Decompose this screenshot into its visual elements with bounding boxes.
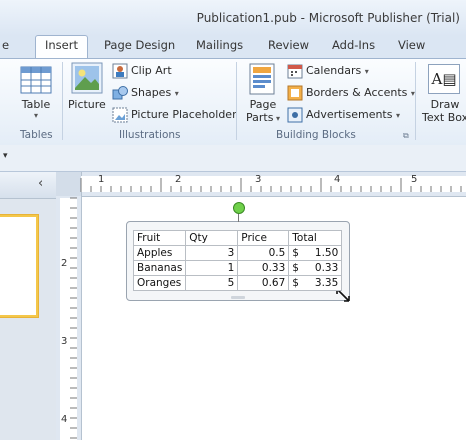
tables-group-label: Tables (20, 129, 53, 141)
table-row: Bananas 1 0.33 $ 0.33 (132, 260, 343, 276)
page-parts-label-line1: Page (249, 98, 277, 111)
picture-button-label[interactable]: Picture (68, 98, 106, 111)
cell-qty[interactable]: 1 (185, 260, 239, 276)
cell-qty[interactable]: 3 (185, 245, 239, 261)
table-header-row: Fruit Qty Price Total (132, 230, 343, 246)
cell-currency[interactable]: $ (288, 260, 308, 276)
group-divider (415, 62, 416, 140)
h-ruler-number: 3 (255, 174, 262, 185)
h-ruler-number: 4 (334, 174, 341, 185)
rotation-handle[interactable] (233, 202, 245, 214)
tab-review[interactable]: Review (268, 38, 309, 56)
dropdown-arrow-icon: ▾ (273, 114, 280, 123)
advertisements-icon (287, 107, 303, 123)
shapes-button[interactable]: Shapes ▾ (131, 86, 179, 99)
customize-toolbar-arrow-icon[interactable]: ▾ (3, 151, 8, 161)
cell-total[interactable]: 1.50 (307, 245, 343, 261)
tab-view[interactable]: View (398, 38, 425, 56)
h-ruler-number: 1 (98, 174, 105, 185)
v-ruler-number: 4 (61, 414, 68, 425)
cell-price[interactable]: 0.33 (237, 260, 290, 276)
cell-fruit[interactable]: Oranges (132, 275, 187, 291)
collapse-pane-icon[interactable]: ‹ (38, 176, 43, 191)
shapes-icon (112, 85, 128, 101)
window-title: Publication1.pub - Microsoft Publisher (… (196, 11, 460, 25)
clip-art-button[interactable]: Clip Art (131, 64, 172, 77)
cell-currency[interactable]: $ (288, 275, 308, 291)
clip-art-icon (112, 63, 128, 79)
advertisements-button-label: Advertisements (306, 108, 393, 121)
h-ruler-number: 5 (411, 174, 418, 185)
page-navigation-header (0, 172, 56, 199)
cell-total[interactable]: 3.35 (307, 275, 343, 291)
header-cell-price[interactable]: Price (237, 230, 290, 246)
tab-page-design[interactable]: Page Design (104, 38, 175, 56)
v-ruler-number: 3 (61, 336, 68, 347)
cell-currency[interactable]: $ (288, 245, 308, 261)
borders-accents-button-label: Borders & Accents (306, 86, 408, 99)
cell-fruit[interactable]: Apples (132, 245, 187, 261)
calendars-button-label: Calendars (306, 64, 362, 77)
picture-placeholder-button[interactable]: Picture Placeholder (131, 108, 237, 121)
page-parts-icon (249, 63, 275, 95)
borders-accents-button[interactable]: Borders & Accents ▾ (306, 86, 415, 99)
cell-price[interactable]: 0.67 (237, 275, 290, 291)
illustrations-group-label: Illustrations (119, 129, 181, 141)
tab-insert[interactable]: Insert (45, 38, 78, 56)
dropdown-arrow-icon: ▾ (395, 111, 400, 120)
group-divider (62, 62, 63, 140)
advertisements-button[interactable]: Advertisements ▾ (306, 108, 400, 121)
draw-text-box-icon: A▤ (428, 64, 460, 94)
cell-qty[interactable]: 5 (185, 275, 239, 291)
cell-price[interactable]: 0.5 (237, 245, 290, 261)
tab-mailings[interactable]: Mailings (196, 38, 243, 56)
cell-total[interactable]: 0.33 (307, 260, 343, 276)
calendars-button[interactable]: Calendars ▾ (306, 64, 369, 77)
header-cell-fruit[interactable]: Fruit (132, 230, 187, 246)
dropdown-arrow-icon: ▾ (174, 89, 179, 98)
quick-access-bar (0, 145, 466, 172)
building-blocks-group-label: Building Blocks (276, 129, 356, 141)
page-thumbnail[interactable] (0, 215, 38, 317)
calendar-icon (287, 63, 303, 79)
fruit-table[interactable]: Fruit Qty Price Total Apples 3 0.5 $ 1.5… (132, 230, 343, 291)
v-ruler-number: 2 (61, 258, 68, 269)
group-divider (236, 62, 237, 140)
header-cell-qty[interactable]: Qty (185, 230, 239, 246)
draw-text-box-button[interactable]: Draw Text Box (422, 98, 466, 124)
table-icon (20, 66, 52, 94)
table-row: Apples 3 0.5 $ 1.50 (132, 245, 343, 261)
page-parts-button[interactable]: Page Parts ▾ (241, 98, 285, 124)
resize-handle-bottom[interactable] (231, 296, 245, 299)
tab-home[interactable]: e (2, 38, 9, 56)
h-ruler-number: 2 (175, 174, 182, 185)
picture-placeholder-icon (112, 107, 128, 123)
page-parts-label-line2: Parts (245, 111, 274, 124)
borders-accents-icon (287, 85, 303, 101)
draw-text-box-label-line1: Draw (430, 98, 460, 111)
draw-text-box-label-line2: Text Box (422, 111, 466, 124)
shapes-button-label: Shapes (131, 86, 172, 99)
header-cell-total[interactable]: Total (288, 230, 343, 246)
tab-add-ins[interactable]: Add-Ins (332, 38, 375, 56)
picture-icon (71, 62, 103, 94)
table-row: Oranges 5 0.67 $ 3.35 (132, 275, 343, 291)
cell-fruit[interactable]: Bananas (132, 260, 187, 276)
dialog-launcher-icon[interactable]: ⧉ (403, 131, 409, 141)
dropdown-arrow-icon: ▾ (364, 67, 369, 76)
